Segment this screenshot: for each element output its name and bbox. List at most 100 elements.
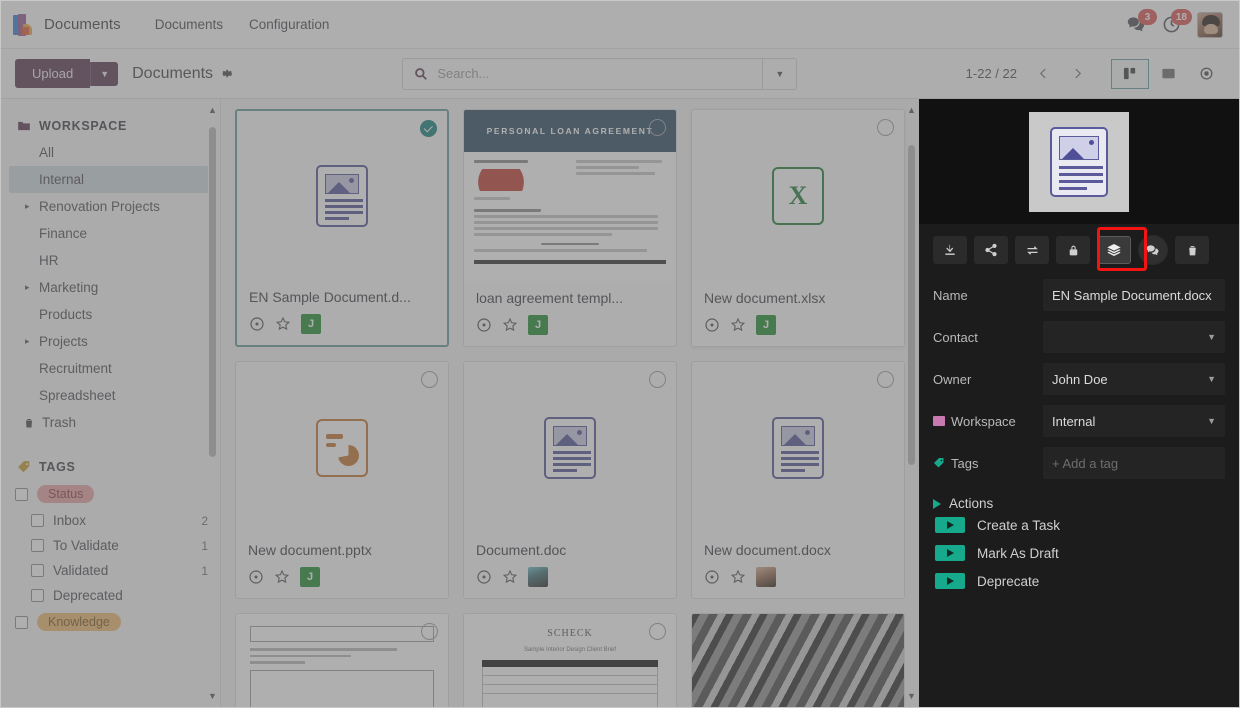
split-pdf-button[interactable] xyxy=(1097,236,1131,264)
view-activity-button[interactable] xyxy=(1187,59,1225,89)
chevron-down-icon[interactable]: ▼ xyxy=(1207,416,1216,426)
star-icon[interactable] xyxy=(275,316,291,332)
star-icon[interactable] xyxy=(730,317,746,333)
kanban-scrollbar[interactable]: ▲ ▼ xyxy=(907,105,916,701)
scroll-up-icon[interactable]: ▲ xyxy=(907,105,916,115)
activities-button[interactable]: 18 xyxy=(1162,9,1192,34)
workspace-select[interactable]: Internal ▼ xyxy=(1043,405,1225,437)
star-icon[interactable] xyxy=(730,569,746,585)
scroll-down-icon[interactable]: ▼ xyxy=(208,691,217,701)
scroll-down-icon[interactable]: ▼ xyxy=(907,691,916,701)
sidebar-item-finance[interactable]: Finance xyxy=(9,220,208,247)
document-card[interactable]: New document.docx xyxy=(691,361,905,599)
card-select-checkbox[interactable] xyxy=(877,371,894,388)
checkbox[interactable] xyxy=(31,514,44,527)
scrollbar-thumb[interactable] xyxy=(209,127,216,457)
owner-select[interactable]: John Doe ▼ xyxy=(1043,363,1225,395)
tag-group-status[interactable]: Status xyxy=(1,480,220,508)
document-card[interactable]: SCHECK Sample Interior Design Client Bri… xyxy=(463,613,677,707)
checkbox[interactable] xyxy=(15,487,28,501)
gear-icon[interactable] xyxy=(221,67,234,80)
contact-select[interactable]: ▼ xyxy=(1043,321,1225,353)
sidebar-item-spreadsheet[interactable]: Spreadsheet xyxy=(9,382,208,409)
sidebar-item-projects[interactable]: ▸ Projects xyxy=(9,328,208,355)
share-button[interactable] xyxy=(974,236,1008,264)
sidebar-item-marketing[interactable]: ▸ Marketing xyxy=(9,274,208,301)
download-button[interactable] xyxy=(933,236,967,264)
action-mark-as-draft[interactable]: Mark As Draft xyxy=(933,539,1225,567)
replace-button[interactable] xyxy=(1015,236,1049,264)
activity-clock-icon[interactable] xyxy=(248,569,264,585)
owner-avatar[interactable]: J xyxy=(756,315,776,335)
upload-dropdown-button[interactable]: ▼ xyxy=(90,61,119,86)
card-select-checkbox[interactable] xyxy=(421,371,438,388)
sidebar-item-hr[interactable]: HR xyxy=(9,247,208,274)
card-select-checkbox[interactable] xyxy=(649,119,666,136)
sidebar-item-renovation-projects[interactable]: ▸ Renovation Projects xyxy=(9,193,208,220)
name-input[interactable]: EN Sample Document.docx xyxy=(1043,279,1225,311)
card-select-checkbox[interactable] xyxy=(421,623,438,640)
view-list-button[interactable] xyxy=(1149,59,1187,89)
card-select-checkbox[interactable] xyxy=(649,623,666,640)
archive-button[interactable] xyxy=(1175,236,1209,264)
activity-clock-icon[interactable] xyxy=(476,569,492,585)
search-box[interactable]: ▼ xyxy=(402,57,798,90)
star-icon[interactable] xyxy=(502,317,518,333)
document-card[interactable]: PERSONAL LOAN AGREEMENT loan agreement t… xyxy=(463,109,677,347)
upload-button[interactable]: Upload xyxy=(15,59,91,88)
sidebar-item-trash[interactable]: Trash xyxy=(9,409,208,436)
star-icon[interactable] xyxy=(502,569,518,585)
chevron-right-icon[interactable]: ▸ xyxy=(25,336,30,347)
tag-group-knowledge[interactable]: Knowledge xyxy=(1,608,220,636)
owner-avatar[interactable]: J xyxy=(301,314,321,334)
tag-item-deprecated[interactable]: Deprecated xyxy=(1,583,220,608)
brand[interactable]: Documents xyxy=(13,13,121,37)
checkbox[interactable] xyxy=(31,564,44,577)
chat-button[interactable] xyxy=(1138,235,1168,265)
search-dropdown-toggle[interactable]: ▼ xyxy=(762,58,796,89)
pager-previous-button[interactable] xyxy=(1027,59,1059,89)
document-card[interactable]: EN Sample Document.d... J xyxy=(235,109,449,347)
card-select-checkbox[interactable] xyxy=(649,371,666,388)
activity-clock-icon[interactable] xyxy=(476,317,492,333)
chevron-right-icon[interactable]: ▸ xyxy=(25,282,30,293)
document-card[interactable] xyxy=(235,613,449,707)
tag-item-validated[interactable]: Validated 1 xyxy=(1,558,220,583)
activity-clock-icon[interactable] xyxy=(704,569,720,585)
activity-clock-icon[interactable] xyxy=(704,317,720,333)
messages-button[interactable]: 3 xyxy=(1127,9,1157,34)
activity-clock-icon[interactable] xyxy=(249,316,265,332)
star-icon[interactable] xyxy=(274,569,290,585)
sidebar-item-products[interactable]: Products xyxy=(9,301,208,328)
user-avatar[interactable] xyxy=(1197,11,1223,38)
document-card[interactable]: X New document.xlsx J xyxy=(691,109,905,347)
owner-avatar[interactable]: J xyxy=(528,315,548,335)
document-card[interactable] xyxy=(691,613,905,707)
checkbox[interactable] xyxy=(15,615,28,629)
pager-next-button[interactable] xyxy=(1061,59,1093,89)
action-create-a-task[interactable]: Create a Task xyxy=(933,511,1225,539)
document-card[interactable]: Document.doc xyxy=(463,361,677,599)
sidebar-item-internal[interactable]: Internal xyxy=(9,166,208,193)
search-input[interactable] xyxy=(437,66,763,81)
sidebar-scrollbar[interactable]: ▲ ▼ xyxy=(208,105,217,701)
owner-avatar[interactable]: J xyxy=(300,567,320,587)
nav-link-documents[interactable]: Documents xyxy=(155,17,223,32)
tag-item-inbox[interactable]: Inbox 2 xyxy=(1,508,220,533)
lock-button[interactable] xyxy=(1056,236,1090,264)
tag-item-to-validate[interactable]: To Validate 1 xyxy=(1,533,220,558)
checkbox[interactable] xyxy=(31,589,44,602)
owner-avatar[interactable] xyxy=(756,567,776,587)
chevron-right-icon[interactable]: ▸ xyxy=(25,201,30,212)
actions-header[interactable]: Actions xyxy=(933,496,1225,511)
view-kanban-button[interactable] xyxy=(1111,58,1149,89)
checkbox[interactable] xyxy=(31,539,44,552)
nav-link-configuration[interactable]: Configuration xyxy=(249,17,329,32)
card-select-checkbox[interactable] xyxy=(877,119,894,136)
sidebar-item-all[interactable]: All xyxy=(9,139,208,166)
document-card[interactable]: New document.pptx J xyxy=(235,361,449,599)
chevron-down-icon[interactable]: ▼ xyxy=(1207,332,1216,342)
chevron-down-icon[interactable]: ▼ xyxy=(1207,374,1216,384)
add-tag-input[interactable]: + Add a tag xyxy=(1043,447,1225,479)
scrollbar-thumb[interactable] xyxy=(908,145,915,465)
